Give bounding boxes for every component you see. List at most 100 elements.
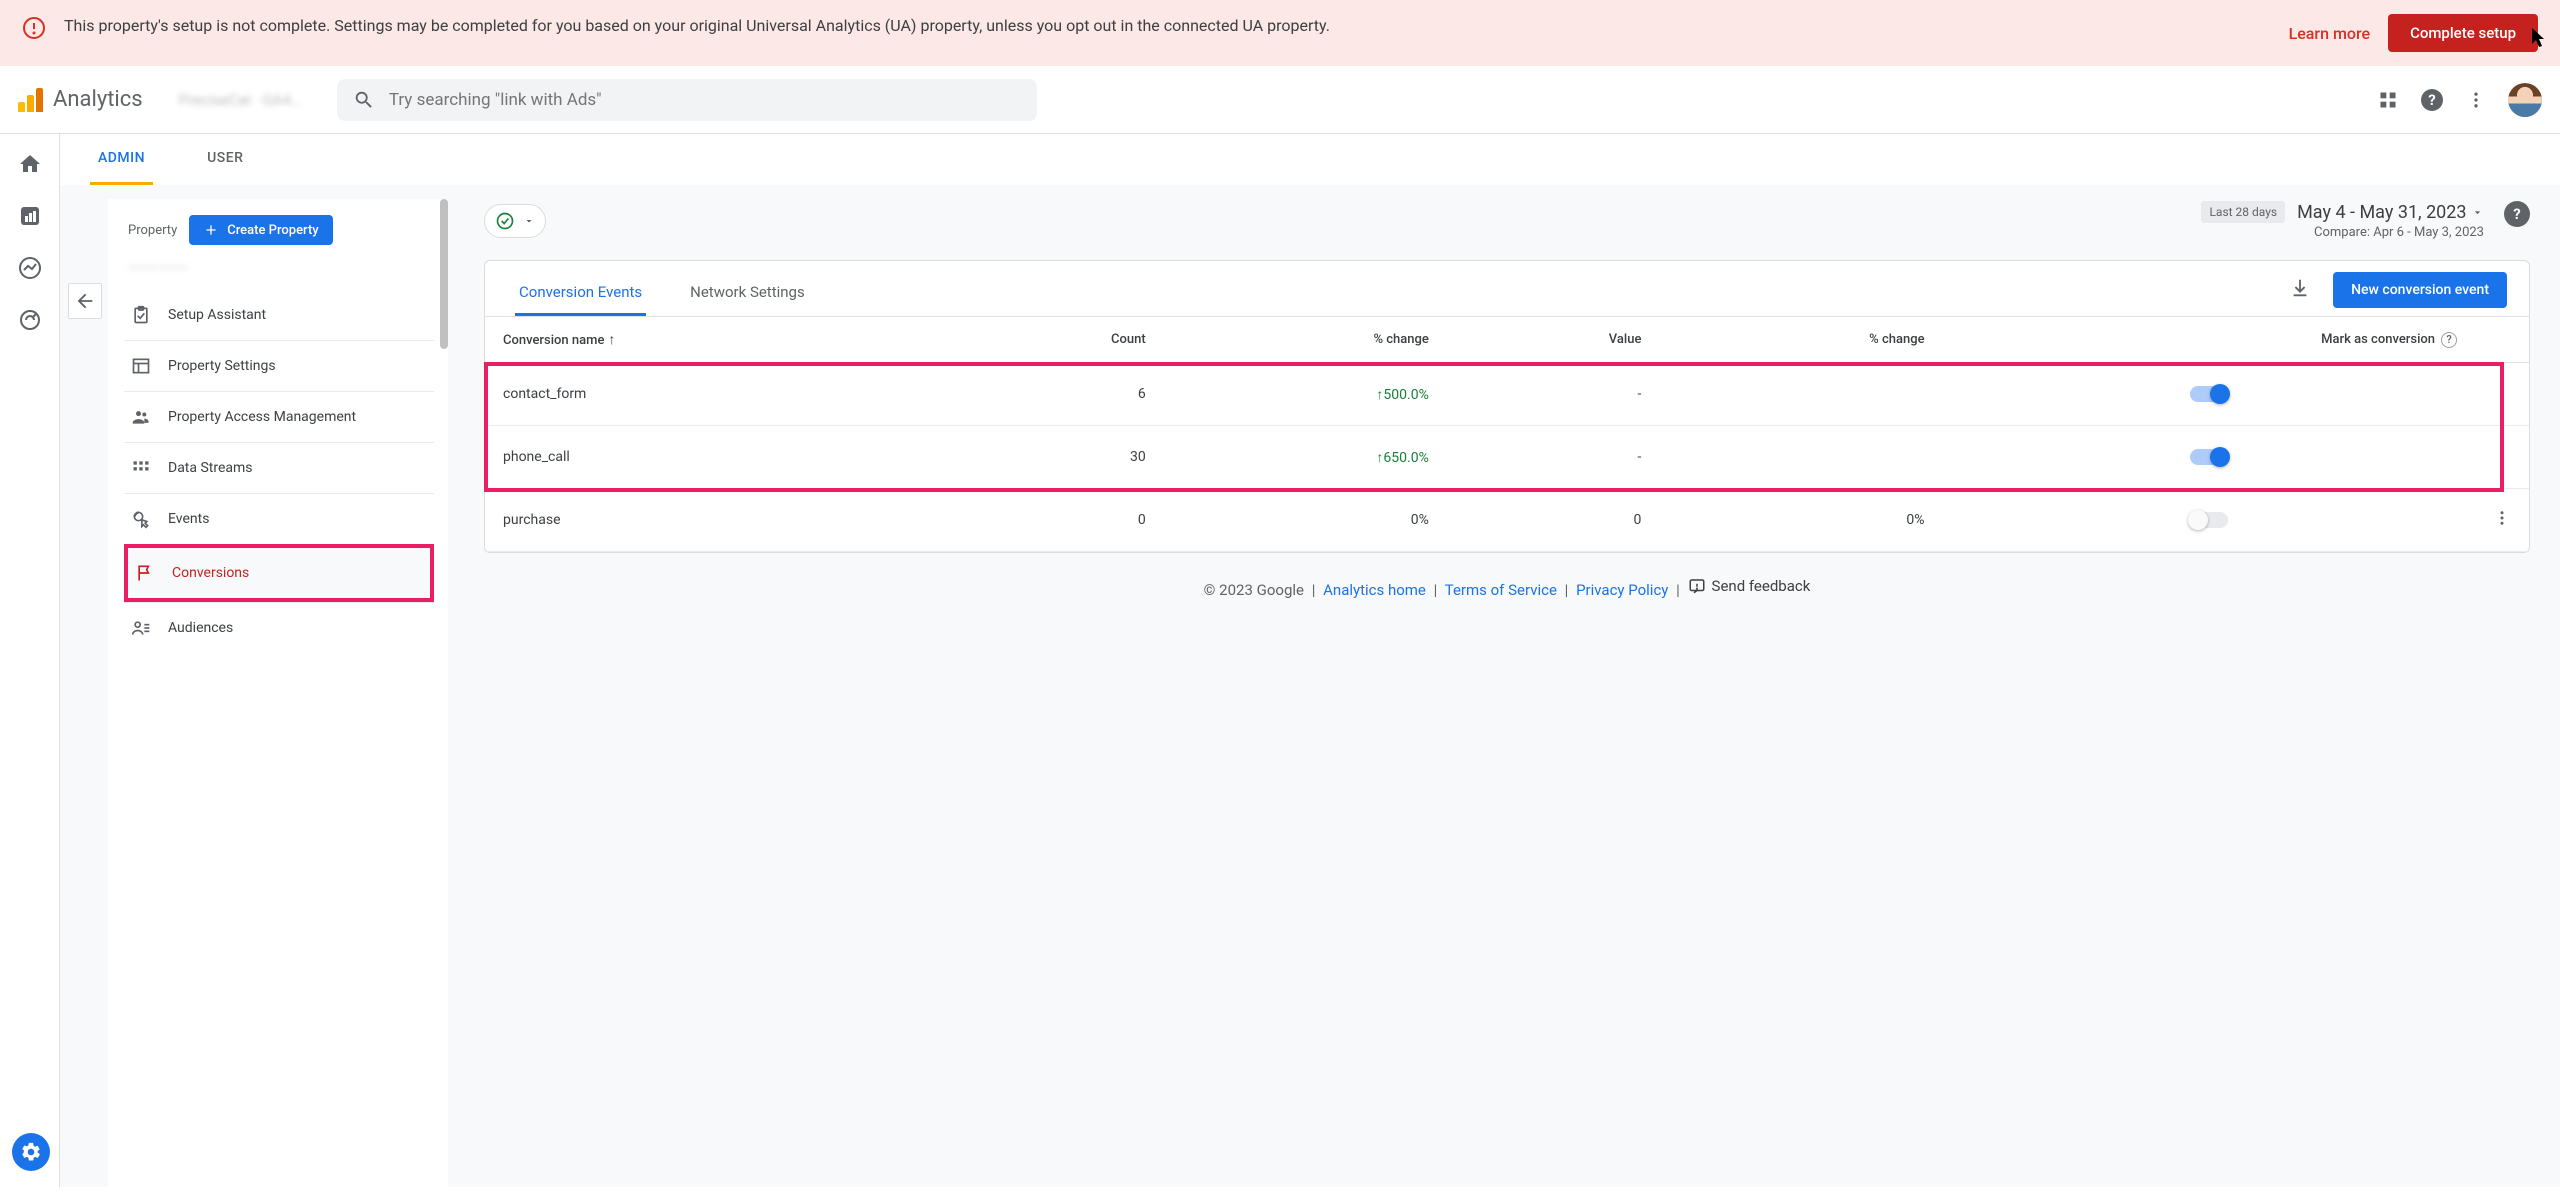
- sidebar-item-setup-assistant[interactable]: Setup Assistant: [124, 290, 434, 340]
- more-vert-icon[interactable]: [2466, 90, 2486, 110]
- sidebar-item-label: Property Access Management: [168, 409, 356, 425]
- svg-text:?: ?: [2428, 91, 2435, 109]
- copyright-text: © 2023 Google: [1204, 581, 1304, 599]
- learn-more-link[interactable]: Learn more: [2289, 24, 2370, 43]
- tab-user[interactable]: USER: [199, 134, 251, 185]
- privacy-link[interactable]: Privacy Policy: [1576, 581, 1668, 599]
- terms-link[interactable]: Terms of Service: [1445, 581, 1557, 599]
- download-icon[interactable]: [2289, 277, 2311, 303]
- audience-icon: [130, 617, 152, 639]
- conversions-card: Conversion Events Network Settings New c…: [484, 260, 2530, 553]
- pct-change-value-cell: 0%: [1659, 489, 1942, 552]
- col-pct-change-value[interactable]: % change: [1659, 317, 1942, 363]
- sidebar-item-conversions[interactable]: Conversions: [124, 544, 434, 602]
- col-pct-change-count[interactable]: % change: [1164, 317, 1447, 363]
- back-arrow-button[interactable]: [68, 283, 102, 319]
- col-mark-conversion: Mark as conversion?: [1943, 317, 2475, 363]
- table-row: phone_call 30 ↑650.0% -: [485, 426, 2529, 489]
- admin-tabs: ADMIN USER: [60, 134, 2560, 185]
- new-conversion-button[interactable]: New conversion event: [2333, 272, 2507, 308]
- flag-icon: [134, 562, 156, 584]
- sidebar-item-events[interactable]: Events: [124, 493, 434, 544]
- analytics-logo-icon: [18, 88, 43, 112]
- property-label: Property: [128, 223, 177, 238]
- pct-change-cell: ↑650.0%: [1164, 426, 1447, 489]
- apps-icon[interactable]: [2378, 90, 2398, 110]
- value-cell: 0: [1447, 489, 1660, 552]
- sidebar-item-label: Data Streams: [168, 460, 253, 476]
- feedback-label: Send feedback: [1712, 577, 1811, 595]
- toggle-cell: [1943, 363, 2475, 426]
- search-input[interactable]: [389, 90, 1021, 110]
- col-count[interactable]: Count: [945, 317, 1164, 363]
- chevron-down-icon: [523, 215, 535, 227]
- create-property-button[interactable]: Create Property: [189, 215, 332, 245]
- property-breadcrumb[interactable]: PreciseCat · GA4…: [179, 91, 301, 109]
- info-icon[interactable]: ?: [2441, 332, 2457, 348]
- count-cell: 6: [945, 363, 1164, 426]
- reports-icon[interactable]: [18, 204, 42, 228]
- sidebar-item-audiences[interactable]: Audiences: [124, 602, 434, 653]
- mark-conversion-toggle[interactable]: [2190, 449, 2228, 465]
- group-icon: [130, 406, 152, 428]
- date-range-picker[interactable]: May 4 - May 31, 2023: [2297, 202, 2484, 223]
- sidebar-item-data-streams[interactable]: Data Streams: [124, 442, 434, 493]
- sidebar-item-label: Property Settings: [168, 358, 276, 374]
- date-compare-text: Compare: Apr 6 - May 3, 2023: [2314, 225, 2484, 240]
- tab-network-settings[interactable]: Network Settings: [686, 271, 809, 316]
- sidebar-item-label: Conversions: [172, 565, 249, 581]
- left-nav-rail: [0, 134, 60, 1187]
- status-filter-dropdown[interactable]: [484, 204, 546, 238]
- date-range-text: May 4 - May 31, 2023: [2297, 202, 2466, 223]
- value-cell: -: [1447, 363, 1660, 426]
- analytics-home-link[interactable]: Analytics home: [1323, 581, 1426, 599]
- row-more-icon[interactable]: [2493, 452, 2511, 468]
- pct-change-cell: 0%: [1164, 489, 1447, 552]
- page-help-icon[interactable]: ?: [2504, 201, 2530, 227]
- advertising-icon[interactable]: [18, 308, 42, 332]
- streams-icon: [130, 457, 152, 479]
- send-feedback-button[interactable]: Send feedback: [1688, 577, 1811, 595]
- toggle-cell: [1943, 489, 2475, 552]
- sidebar-item-label: Audiences: [168, 620, 233, 636]
- tab-admin[interactable]: ADMIN: [90, 134, 153, 185]
- conversions-table: Conversion name↑ Count % change Value % …: [485, 317, 2529, 552]
- trend-up-icon: ↑500.0%: [1376, 386, 1428, 403]
- feedback-icon: [1688, 577, 1706, 595]
- pct-change-value-cell: [1659, 426, 1942, 489]
- row-more-icon[interactable]: [2493, 389, 2511, 405]
- col-value[interactable]: Value: [1447, 317, 1660, 363]
- mark-conversion-toggle[interactable]: [2190, 386, 2228, 402]
- plus-icon: [203, 222, 219, 238]
- main-panel: Last 28 days May 4 - May 31, 2023 Compar…: [448, 185, 2560, 1187]
- row-more-icon[interactable]: [2493, 515, 2511, 531]
- complete-setup-button[interactable]: Complete setup: [2388, 14, 2538, 52]
- cursor-click-icon: [130, 508, 152, 530]
- count-cell: 0: [945, 489, 1164, 552]
- value-cell: -: [1447, 426, 1660, 489]
- table-row: contact_form 6 ↑500.0% -: [485, 363, 2529, 426]
- col-conversion-name[interactable]: Conversion name↑: [485, 317, 945, 363]
- conversion-name-cell[interactable]: phone_call: [485, 426, 945, 489]
- clipboard-check-icon: [130, 304, 152, 326]
- admin-settings-button[interactable]: [12, 1133, 50, 1171]
- search-box[interactable]: [337, 79, 1037, 121]
- user-avatar[interactable]: [2508, 83, 2542, 117]
- check-circle-icon: [495, 211, 515, 231]
- sidebar-item-property-settings[interactable]: Property Settings: [124, 340, 434, 391]
- app-header: Analytics PreciseCat · GA4… ?: [0, 66, 2560, 134]
- conversion-name-cell[interactable]: purchase: [485, 489, 945, 552]
- conversion-name-cell[interactable]: contact_form: [485, 363, 945, 426]
- help-icon[interactable]: ?: [2420, 88, 2444, 112]
- sidebar-item-access-management[interactable]: Property Access Management: [124, 391, 434, 442]
- explore-icon[interactable]: [18, 256, 42, 280]
- property-selected-name[interactable]: ——————: [108, 251, 444, 290]
- page-footer: © 2023 Google | Analytics home | Terms o…: [484, 553, 2530, 607]
- banner-text: This property's setup is not complete. S…: [64, 14, 2271, 38]
- toggle-cell: [1943, 426, 2475, 489]
- mark-conversion-toggle[interactable]: [2190, 512, 2228, 528]
- logo[interactable]: Analytics: [18, 87, 143, 112]
- tab-conversion-events[interactable]: Conversion Events: [515, 271, 646, 316]
- pct-change-value-cell: [1659, 363, 1942, 426]
- home-icon[interactable]: [18, 152, 42, 176]
